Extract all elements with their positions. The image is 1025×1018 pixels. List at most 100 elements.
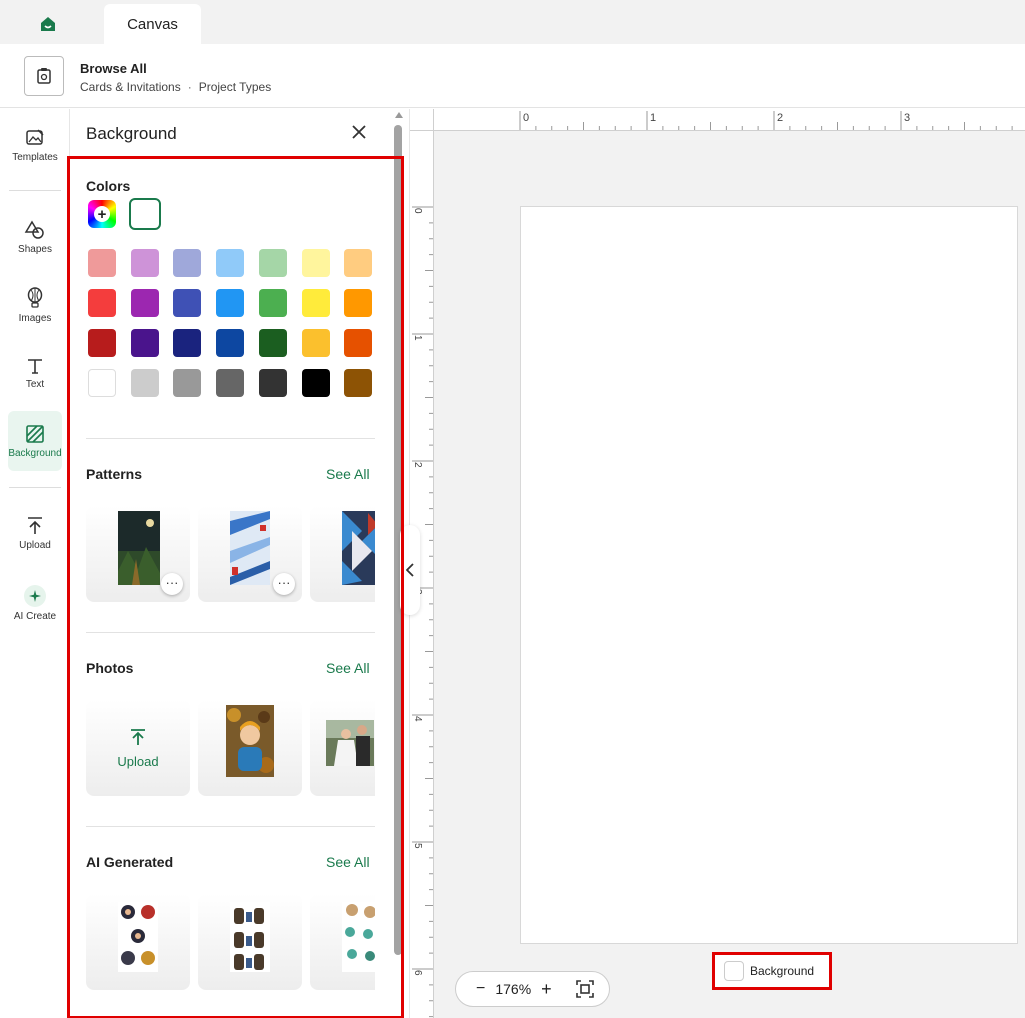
photo-card[interactable] [198,700,302,796]
patterns-see-all-link[interactable]: See All [326,466,370,482]
home-button[interactable] [28,6,68,42]
color-swatch[interactable] [258,369,287,397]
rail-item-ai-create[interactable]: AI Create [8,573,62,633]
upload-icon [28,516,42,534]
color-swatch[interactable] [258,329,287,357]
color-swatch[interactable] [301,289,330,317]
color-swatch[interactable] [301,329,330,357]
color-swatch[interactable] [301,249,330,277]
home-icon [41,17,55,31]
sparkle-icon [24,584,46,607]
patterns-carousel: ··· ··· [86,506,375,606]
rail-item-upload[interactable]: Upload [8,503,62,563]
rail-item-images[interactable]: Images [8,275,62,335]
more-options-button[interactable]: ··· [273,573,295,595]
color-swatch[interactable] [173,289,202,317]
rail-divider [9,487,61,488]
browse-title[interactable]: Browse All [80,61,147,76]
background-icon [26,424,44,443]
header: Browse All Cards & Invitations · Project… [0,44,1025,108]
ai-generated-carousel [86,894,375,994]
rail-item-background[interactable]: Background [8,411,62,471]
pattern-thumbnail [230,511,270,585]
ruler-left-label: 6 [412,970,423,976]
breadcrumb-item[interactable]: Project Types [199,80,271,94]
rail-item-label: Images [18,312,52,324]
rail-item-label: AI Create [13,610,57,622]
photos-carousel: Upload [86,700,375,800]
rail-item-label: Upload [19,539,51,551]
selected-color-swatch[interactable] [129,198,161,230]
ruler-top: 0 1 2 3 [434,109,1025,131]
background-layer-label: Background [750,964,815,978]
color-swatch[interactable] [344,369,373,397]
background-color-preview [724,961,744,981]
ruler-top-label: 2 [777,112,783,124]
rail-item-text[interactable]: Text [8,343,62,403]
color-swatch[interactable] [88,369,116,397]
tab-canvas[interactable]: Canvas [104,4,201,44]
color-swatch[interactable] [216,329,245,357]
fit-to-screen-icon[interactable] [575,980,594,998]
breadcrumb-item[interactable]: Cards & Invitations [80,80,181,94]
zoom-in-button[interactable]: + [541,979,552,1000]
custom-color-button[interactable]: + [88,200,116,228]
ruler-top-label: 0 [523,112,529,124]
ai-generated-card[interactable] [198,894,302,990]
color-swatch[interactable] [216,369,245,397]
zoom-out-button[interactable]: − [476,980,485,998]
collapse-panel-button[interactable] [400,525,420,615]
ai-generated-thumbnail [342,902,375,972]
chevron-left-icon [406,563,414,577]
shapes-icon [24,220,44,239]
color-swatch[interactable] [258,289,287,317]
color-swatch[interactable] [301,369,330,397]
color-swatch[interactable] [344,329,373,357]
breadcrumb: Cards & Invitations · Project Types [80,80,271,94]
panel-title: Background [86,124,177,143]
tab-bar: Canvas [0,0,1025,44]
rail-item-shapes[interactable]: Shapes [8,207,62,267]
close-button[interactable] [348,121,370,143]
zoom-level[interactable]: 176% [495,981,531,997]
color-swatch[interactable] [258,249,287,277]
ai-generated-card[interactable] [310,894,375,990]
pattern-card[interactable]: ··· [86,506,190,602]
design-page[interactable] [520,206,1018,944]
photos-see-all-link[interactable]: See All [326,660,370,676]
ai-generated-card[interactable] [86,894,190,990]
pattern-card[interactable] [310,506,375,602]
color-swatch[interactable] [344,249,373,277]
color-swatch[interactable] [216,289,245,317]
more-options-button[interactable]: ··· [161,573,183,595]
pattern-card[interactable]: ··· [198,506,302,602]
pattern-thumbnail [118,511,160,585]
ruler-left-label: 4 [412,716,423,722]
ai-generated-see-all-link[interactable]: See All [326,854,370,870]
ruler-corner [410,109,434,131]
pattern-thumbnail [342,511,375,585]
color-swatch[interactable] [216,249,245,277]
photo-card[interactable] [310,700,375,796]
upload-photo-card[interactable]: Upload [86,700,190,796]
background-layer-chip[interactable]: Background [712,952,832,990]
rail-item-templates[interactable]: Templates [8,115,62,175]
templates-icon [26,128,44,145]
color-swatch[interactable] [344,289,373,317]
color-swatch[interactable] [173,329,202,357]
color-swatch[interactable] [88,289,116,317]
color-swatch[interactable] [130,369,159,397]
color-swatch[interactable] [88,329,116,357]
project-type-button[interactable] [24,56,64,96]
left-rail: Templates Shapes Images Text Background [0,109,70,1018]
color-swatch[interactable] [173,369,202,397]
color-swatch[interactable] [173,249,202,277]
color-swatch[interactable] [130,289,159,317]
color-swatch[interactable] [88,249,116,277]
ai-generated-thumbnail [230,902,270,972]
scroll-up-arrow-icon[interactable] [395,112,403,118]
color-swatch[interactable] [130,249,159,277]
color-swatch[interactable] [130,329,159,357]
ruler-top-label: 3 [904,112,910,124]
breadcrumb-separator: · [187,80,192,94]
